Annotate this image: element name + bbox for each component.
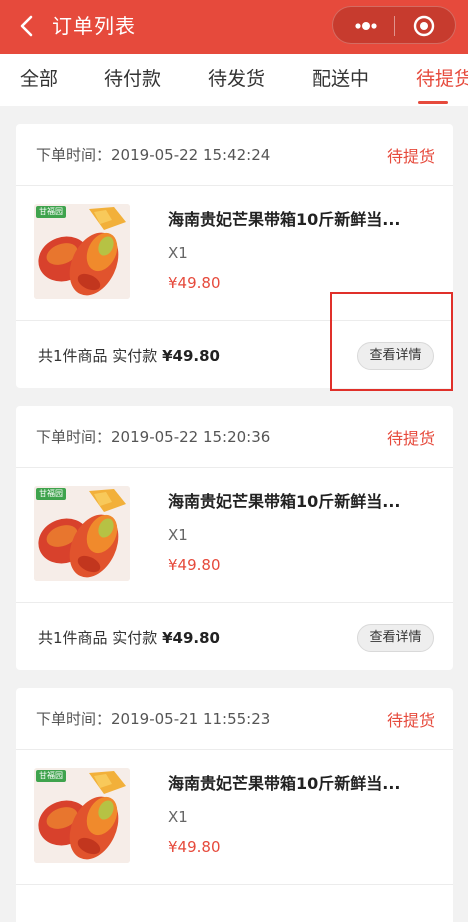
- tab-pending-shipment[interactable]: 待发货: [208, 54, 265, 106]
- paid-amount: ¥49.80: [162, 347, 220, 365]
- product-image[interactable]: 甘福园: [34, 486, 130, 581]
- order-status: 待提货: [386, 147, 435, 166]
- order-header-row: 下单时间：2019-05-22 15:42:24 待提货: [16, 124, 453, 186]
- product-name[interactable]: 海南贵妃芒果带箱10斤新鲜当...: [168, 206, 401, 230]
- nav-header: 订单列表: [0, 0, 468, 54]
- order-status-tabs: 全部 待付款 待发货 配送中 待提货: [0, 54, 468, 106]
- product-price: ¥49.80: [168, 274, 221, 292]
- order-footer-row: 共1件商品 实付款 ¥49.80 查看详情: [16, 602, 453, 672]
- tab-pending-pickup[interactable]: 待提货: [416, 54, 468, 106]
- order-card[interactable]: 下单时间：2019-05-21 11:55:23 待提货 甘福园 海南贵妃芒果带…: [16, 688, 453, 922]
- product-name[interactable]: 海南贵妃芒果带箱10斤新鲜当...: [168, 770, 401, 794]
- product-quantity: X1: [168, 808, 188, 826]
- paid-amount: ¥49.80: [162, 629, 220, 647]
- tab-all[interactable]: 全部: [20, 54, 58, 106]
- brand-tag: 甘福园: [36, 488, 66, 500]
- tab-in-delivery[interactable]: 配送中: [312, 54, 369, 106]
- order-summary: 共1件商品 实付款 ¥49.80: [38, 629, 220, 647]
- product-price: ¥49.80: [168, 556, 221, 574]
- product-quantity: X1: [168, 526, 188, 544]
- product-image[interactable]: 甘福园: [34, 204, 130, 299]
- annotation-highlight-box: [330, 292, 453, 391]
- product-quantity: X1: [168, 244, 188, 262]
- active-tab-indicator: [418, 101, 448, 104]
- order-header-row: 下单时间：2019-05-21 11:55:23 待提货: [16, 688, 453, 750]
- product-image[interactable]: 甘福园: [34, 768, 130, 863]
- chevron-left-icon[interactable]: [14, 12, 42, 40]
- order-status: 待提货: [386, 429, 435, 448]
- order-time: 下单时间：2019-05-21 11:55:23: [36, 710, 271, 728]
- order-time: 下单时间：2019-05-22 15:20:36: [36, 428, 271, 446]
- target-close-icon[interactable]: [413, 15, 435, 37]
- product-name[interactable]: 海南贵妃芒果带箱10斤新鲜当...: [168, 488, 401, 512]
- tab-pending-payment[interactable]: 待付款: [104, 54, 161, 106]
- mini-program-capsule: [332, 6, 456, 44]
- order-card[interactable]: 下单时间：2019-05-22 15:20:36 待提货 甘福园 海南贵妃芒果带…: [16, 406, 453, 670]
- divider: [16, 884, 453, 885]
- order-summary: 共1件商品 实付款 ¥49.80: [38, 347, 220, 365]
- more-dots-icon[interactable]: [351, 16, 381, 36]
- page-title: 订单列表: [52, 14, 136, 38]
- brand-tag: 甘福园: [36, 206, 66, 218]
- order-time: 下单时间：2019-05-22 15:42:24: [36, 146, 271, 164]
- capsule-divider: [394, 16, 395, 36]
- brand-tag: 甘福园: [36, 770, 66, 782]
- order-header-row: 下单时间：2019-05-22 15:20:36 待提货: [16, 406, 453, 468]
- product-price: ¥49.80: [168, 838, 221, 856]
- view-details-button[interactable]: 查看详情: [357, 624, 434, 652]
- order-status: 待提货: [386, 711, 435, 730]
